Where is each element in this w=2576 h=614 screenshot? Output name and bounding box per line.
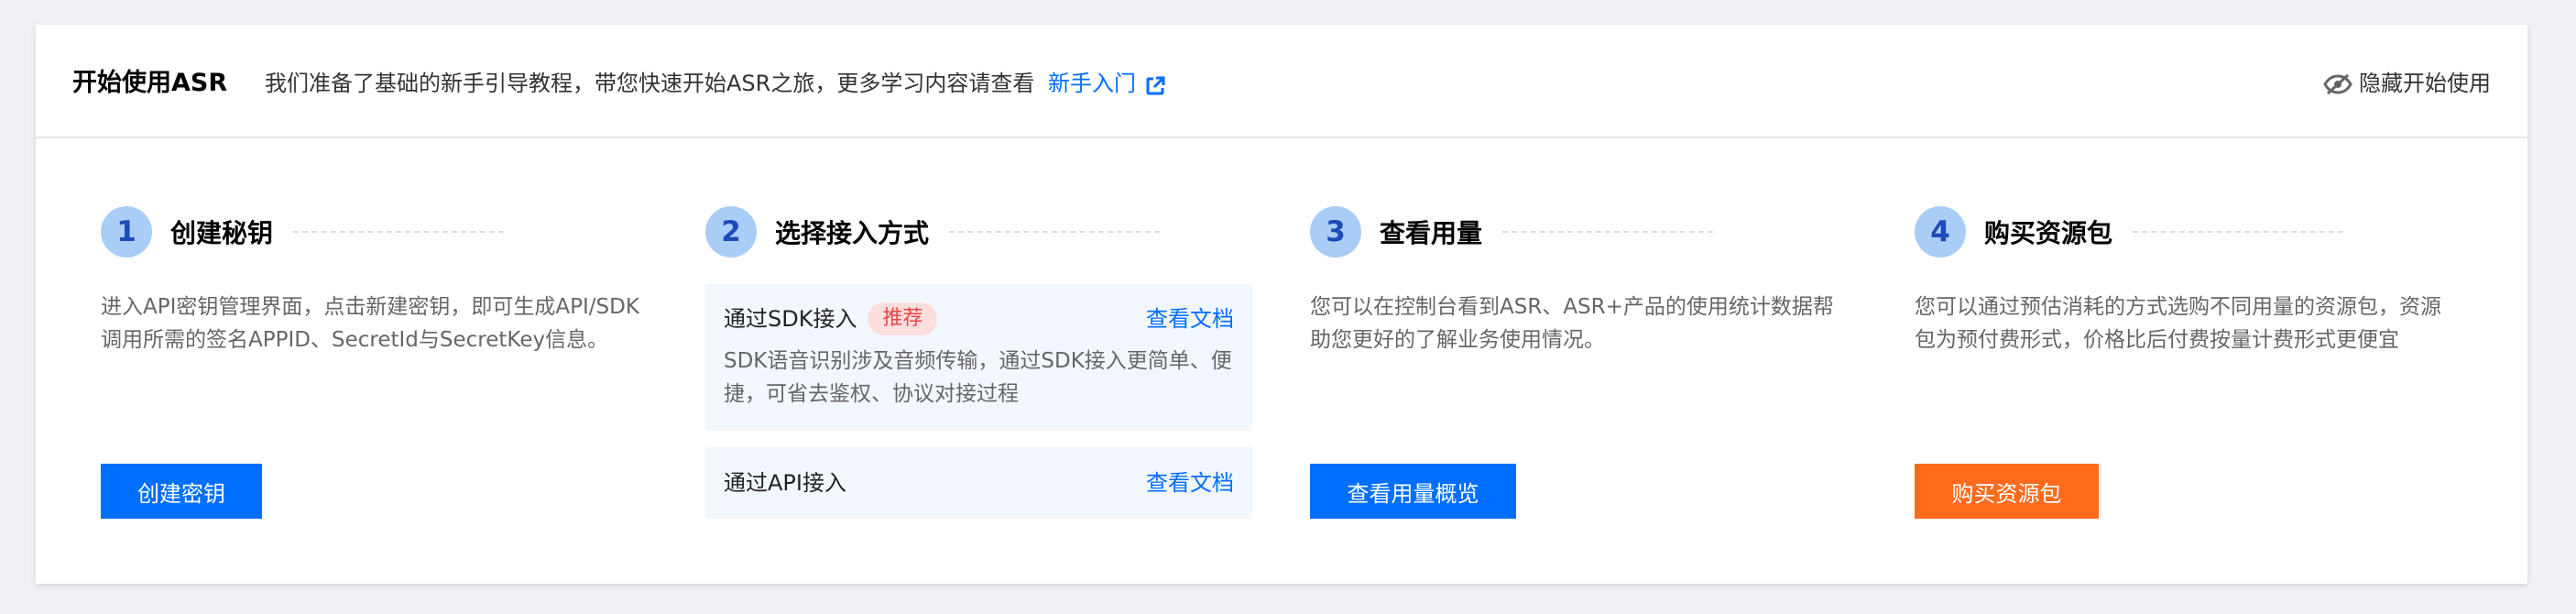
step-header: 1 创建秘钥 xyxy=(101,204,650,259)
recommended-badge: 推荐 xyxy=(868,302,938,335)
getting-started-card: 开始使用ASR 我们准备了基础的新手引导教程，带您快速开始ASR之旅，更多学习内… xyxy=(36,25,2527,584)
sdk-access-option: 通过SDK接入 推荐 查看文档 SDK语音识别涉及音频传输，通过SDK接入更简单… xyxy=(705,284,1252,431)
step-divider xyxy=(2133,231,2344,233)
beginner-guide-link-label: 新手入门 xyxy=(1048,71,1136,96)
sdk-access-label: 通过SDK接入 xyxy=(724,306,857,332)
step-description: 进入API密钥管理界面，点击新建密钥，即可生成API/SDK调用所需的签名APP… xyxy=(101,295,639,352)
eye-hidden-icon xyxy=(2322,72,2353,95)
step-create-key: 1 创建秘钥 进入API密钥管理界面，点击新建密钥，即可生成API/SDK调用所… xyxy=(101,204,650,356)
step-title: 创建秘钥 xyxy=(170,218,274,248)
buy-package-button[interactable]: 购买资源包 xyxy=(1915,464,2099,519)
api-access-row: 通过API接入 xyxy=(724,466,846,499)
external-link-icon xyxy=(1145,73,1165,95)
step-number: 2 xyxy=(705,206,757,258)
step-description: 您可以通过预估消耗的方式选购不同用量的资源包，资源包为预付费形式，价格比后付费按… xyxy=(1915,295,2441,352)
sdk-access-row: 通过SDK接入 推荐 xyxy=(724,302,938,335)
step-number: 4 xyxy=(1915,206,1966,258)
step-view-usage: 3 查看用量 您可以在控制台看到ASR、ASR+产品的使用统计数据帮助您更好的了… xyxy=(1310,204,1860,356)
step-choose-access: 2 选择接入方式 xyxy=(705,204,1255,259)
step-header: 3 查看用量 xyxy=(1310,204,1860,259)
step-divider xyxy=(1502,231,1714,233)
sdk-access-description: SDK语音识别涉及音频传输，通过SDK接入更简单、便捷，可省去鉴权、协议对接过程 xyxy=(724,349,1232,406)
card-title: 开始使用ASR xyxy=(72,69,228,97)
create-key-button[interactable]: 创建密钥 xyxy=(101,464,262,519)
step-divider xyxy=(949,231,1161,233)
step-title: 选择接入方式 xyxy=(775,218,930,248)
step-buy-package: 4 购买资源包 您可以通过预估消耗的方式选购不同用量的资源包，资源包为预付费形式… xyxy=(1915,204,2464,356)
hide-getting-started-label: 隐藏开始使用 xyxy=(2359,71,2491,96)
card-header: 开始使用ASR 我们准备了基础的新手引导教程，带您快速开始ASR之旅，更多学习内… xyxy=(36,25,2527,138)
step-number: 3 xyxy=(1310,206,1361,258)
step-title: 查看用量 xyxy=(1380,218,1483,248)
view-usage-overview-button[interactable]: 查看用量概览 xyxy=(1310,464,1516,519)
step-divider xyxy=(293,231,505,233)
api-access-option: 通过API接入 查看文档 xyxy=(705,447,1252,519)
sdk-view-docs-link[interactable]: 查看文档 xyxy=(1146,302,1234,335)
step-number: 1 xyxy=(101,206,152,258)
step-header: 4 购买资源包 xyxy=(1915,204,2464,259)
api-access-label: 通过API接入 xyxy=(724,470,846,496)
step-header: 2 选择接入方式 xyxy=(705,204,1255,259)
beginner-guide-link[interactable]: 新手入门 xyxy=(1048,68,1165,99)
step-title: 购买资源包 xyxy=(1984,218,2113,248)
api-view-docs-link[interactable]: 查看文档 xyxy=(1146,466,1234,499)
hide-getting-started-button[interactable]: 隐藏开始使用 xyxy=(2322,68,2491,99)
header-description: 我们准备了基础的新手引导教程，带您快速开始ASR之旅，更多学习内容请查看 xyxy=(265,71,1035,96)
step-description: 您可以在控制台看到ASR、ASR+产品的使用统计数据帮助您更好的了解业务使用情况… xyxy=(1310,295,1834,352)
